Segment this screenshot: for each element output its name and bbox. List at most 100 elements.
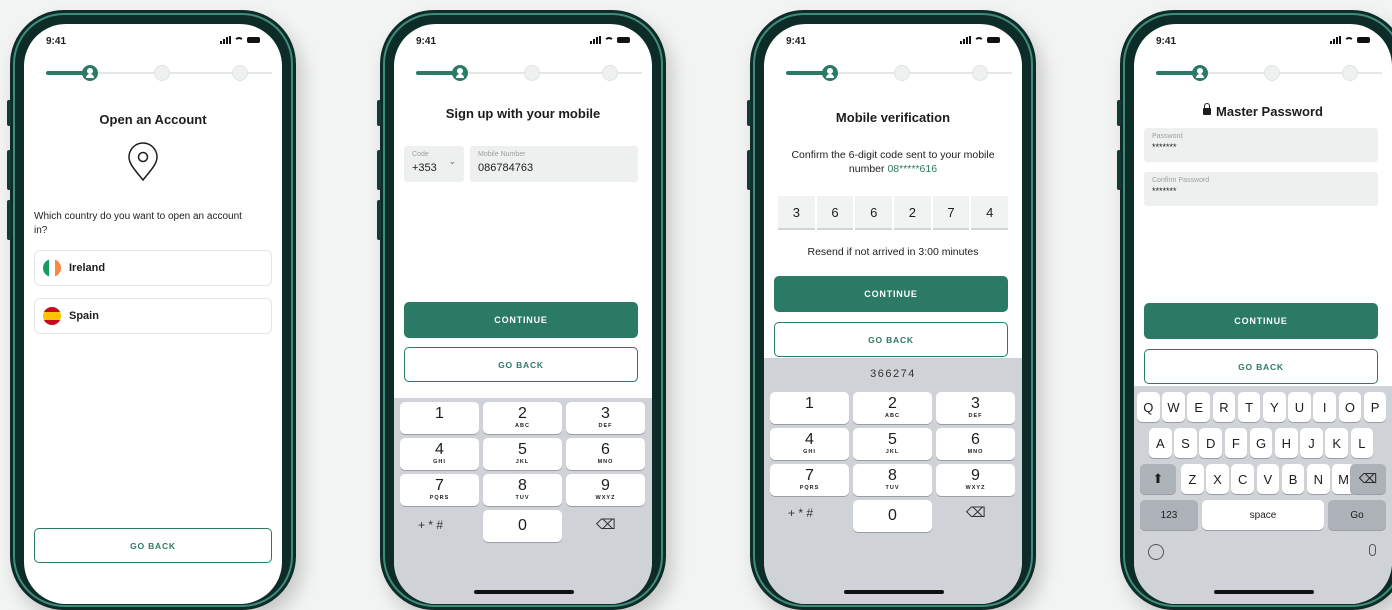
key-6[interactable]: 6 MNO xyxy=(566,438,645,470)
page-title: Sign up with your mobile xyxy=(445,106,601,121)
key-s[interactable]: S xyxy=(1174,428,1197,458)
key-9[interactable]: 9 WXYZ xyxy=(936,464,1015,496)
key-2[interactable]: 2 ABC xyxy=(483,402,562,434)
confirm-password-field[interactable]: Confirm Password ******* xyxy=(1144,172,1378,206)
step-progress xyxy=(46,64,272,82)
go-back-button[interactable]: GO BACK xyxy=(34,528,272,563)
step-progress xyxy=(416,64,642,82)
autofill-suggestion[interactable]: 366274 xyxy=(764,368,1022,380)
key-p[interactable]: P xyxy=(1363,392,1387,422)
status-time: 9:41 xyxy=(786,36,807,47)
signal-icon xyxy=(960,36,971,44)
continue-button[interactable]: CONTINUE xyxy=(1144,303,1378,339)
key-0[interactable]: 0 xyxy=(483,510,562,542)
status-icons xyxy=(220,36,260,44)
key-4[interactable]: 4 GHI xyxy=(770,428,849,460)
side-button xyxy=(377,150,381,190)
key-5[interactable]: 5 JKL xyxy=(483,438,562,470)
key-3[interactable]: 3 DEF xyxy=(936,392,1015,424)
option-ireland[interactable]: Ireland xyxy=(34,250,272,286)
space-key[interactable]: space xyxy=(1202,500,1324,530)
step-dot-2 xyxy=(894,65,910,81)
go-back-button[interactable]: GO BACK xyxy=(774,322,1008,357)
go-back-button[interactable]: GO BACK xyxy=(1144,349,1378,384)
country-code-select[interactable]: Code +353 ⌄ xyxy=(404,146,464,182)
key-g[interactable]: G xyxy=(1249,428,1273,458)
step-progress xyxy=(1156,64,1382,82)
otp-digit: 6 xyxy=(855,196,893,230)
key-8[interactable]: 8 TUV xyxy=(483,474,562,506)
key-t[interactable]: T xyxy=(1237,392,1261,422)
key-v[interactable]: V xyxy=(1256,464,1280,494)
masked-number: 08*****616 xyxy=(887,163,938,175)
emoji-icon[interactable] xyxy=(1148,544,1164,560)
key-5[interactable]: 5 JKL xyxy=(853,428,932,460)
key-2[interactable]: 2 ABC xyxy=(853,392,932,424)
key-symbols[interactable]: + * # xyxy=(418,518,443,532)
page-title: Master Password xyxy=(1134,103,1392,119)
key-symbols[interactable]: + * # xyxy=(788,506,813,520)
key-k[interactable]: K xyxy=(1325,428,1348,458)
backspace-icon[interactable]: ⌫ xyxy=(596,516,616,533)
side-button xyxy=(1117,150,1121,190)
lock-icon xyxy=(1203,103,1212,115)
key-j[interactable]: J xyxy=(1300,428,1323,458)
go-back-button[interactable]: GO BACK xyxy=(404,347,638,382)
side-button xyxy=(7,150,11,190)
key-q[interactable]: Q xyxy=(1137,392,1160,422)
key-u[interactable]: U xyxy=(1288,392,1311,422)
key-w[interactable]: W xyxy=(1162,392,1185,422)
key-h[interactable]: H xyxy=(1275,428,1298,458)
key-x[interactable]: X xyxy=(1206,464,1229,494)
key-c[interactable]: C xyxy=(1231,464,1254,494)
key-l[interactable]: L xyxy=(1350,428,1374,458)
key-3[interactable]: 3 DEF xyxy=(566,402,645,434)
step-dot-3 xyxy=(232,65,248,81)
home-indicator xyxy=(474,590,574,594)
backspace-key[interactable]: ⌫ xyxy=(1350,464,1386,494)
option-spain[interactable]: Spain xyxy=(34,298,272,334)
key-0[interactable]: 0 xyxy=(853,500,932,532)
ireland-flag-icon xyxy=(43,259,61,277)
key-8[interactable]: 8 TUV xyxy=(853,464,932,496)
key-7[interactable]: 7 PQRS xyxy=(400,474,479,506)
key-123[interactable]: 123 xyxy=(1140,500,1198,530)
continue-button[interactable]: CONTINUE xyxy=(404,302,638,338)
side-button xyxy=(377,100,381,126)
key-7[interactable]: 7 PQRS xyxy=(770,464,849,496)
key-e[interactable]: E xyxy=(1187,392,1210,422)
key-n[interactable]: N xyxy=(1307,464,1330,494)
password-value: ******* xyxy=(1152,142,1177,152)
shift-key[interactable]: ⬆ xyxy=(1140,464,1176,494)
key-9[interactable]: 9 WXYZ xyxy=(566,474,645,506)
key-6[interactable]: 6 MNO xyxy=(936,428,1015,460)
numeric-keypad: 366274 1 2 ABC 3 DEF 4 GHI 5 JKL 6 MNO 7 PQRS … xyxy=(764,358,1022,604)
step-progress xyxy=(786,64,1012,82)
backspace-icon[interactable]: ⌫ xyxy=(966,504,986,521)
confirm-password-value: ******* xyxy=(1152,186,1177,196)
side-button xyxy=(747,150,751,190)
password-field[interactable]: Password ******* xyxy=(1144,128,1378,162)
screen-mobile-verification: 9:41 Mobile verification Confirm the 6-d… xyxy=(764,24,1022,604)
status-icons xyxy=(590,36,630,44)
key-f[interactable]: F xyxy=(1224,428,1248,458)
code-value: +353 xyxy=(412,162,437,174)
mobile-number-field[interactable]: Mobile Number 086784763 xyxy=(470,146,638,182)
key-1[interactable]: 1 xyxy=(400,402,479,434)
key-b[interactable]: B xyxy=(1281,464,1305,494)
step-dot-2 xyxy=(1264,65,1280,81)
microphone-icon[interactable] xyxy=(1369,544,1376,556)
otp-input[interactable]: 3 6 6 2 7 4 xyxy=(778,196,1009,230)
go-key[interactable]: Go xyxy=(1328,500,1386,530)
key-y[interactable]: Y xyxy=(1263,392,1286,422)
continue-button[interactable]: CONTINUE xyxy=(774,276,1008,312)
key-d[interactable]: D xyxy=(1199,428,1222,458)
side-button xyxy=(377,200,381,240)
key-i[interactable]: I xyxy=(1313,392,1336,422)
key-r[interactable]: R xyxy=(1212,392,1236,422)
key-z[interactable]: Z xyxy=(1181,464,1204,494)
key-1[interactable]: 1 xyxy=(770,392,849,424)
key-a[interactable]: A xyxy=(1149,428,1172,458)
key-o[interactable]: O xyxy=(1338,392,1362,422)
key-4[interactable]: 4 GHI xyxy=(400,438,479,470)
